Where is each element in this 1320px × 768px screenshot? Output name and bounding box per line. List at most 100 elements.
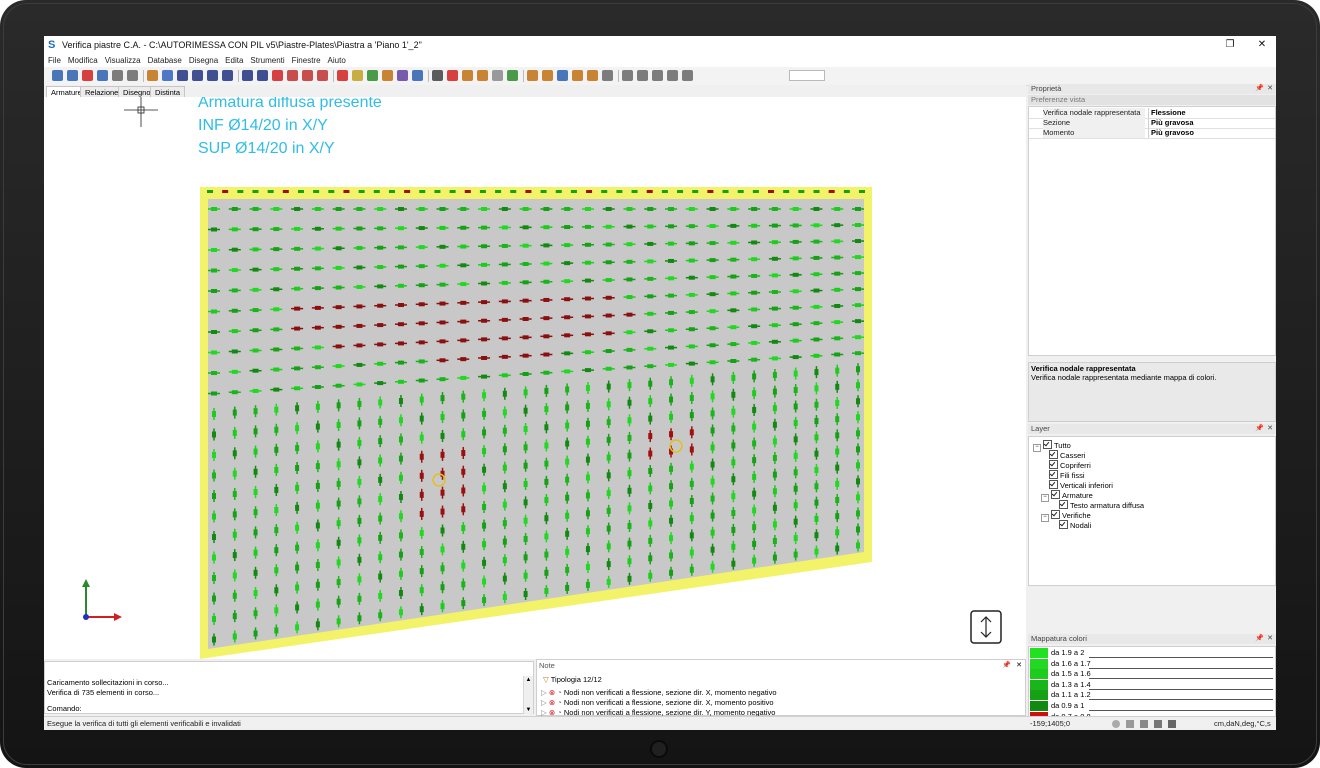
restore-button[interactable]: ❐ (1220, 36, 1240, 54)
toolbar-button-29-icon[interactable] (507, 70, 518, 81)
pin-icon[interactable]: 📌 (1255, 424, 1264, 434)
checkbox-icon[interactable] (1049, 450, 1058, 459)
expand-icon[interactable]: ▷ (541, 698, 547, 707)
property-value[interactable]: Flessione (1148, 108, 1276, 118)
menu-strumenti[interactable]: Strumenti (250, 56, 284, 65)
menu-file[interactable]: File (48, 56, 61, 65)
layer-item-verifiche[interactable]: − Verifiche (1041, 510, 1091, 522)
close-icon[interactable]: ✕ (1016, 661, 1022, 669)
toolbar-button-31-icon[interactable] (542, 70, 553, 81)
toolbar-button-22-icon[interactable] (397, 70, 408, 81)
toolbar-button-10-icon[interactable] (207, 70, 218, 81)
toolbar-button-20-icon[interactable] (367, 70, 378, 81)
layer-item-nodali[interactable]: Nodali (1059, 520, 1091, 530)
toolbar-button-24-icon[interactable] (432, 70, 443, 81)
note-item[interactable]: ▷ ⊗ ◔ Nodi non verificati a flessione, s… (541, 698, 774, 707)
pin-icon[interactable]: 📌 (1255, 84, 1264, 94)
grid-icon[interactable] (1154, 720, 1163, 728)
property-value[interactable]: Più gravosa (1148, 118, 1276, 128)
toolbar-button-7-icon[interactable] (162, 70, 173, 81)
toolbar-button-17-icon[interactable] (317, 70, 328, 81)
collapse-icon[interactable]: − (1033, 444, 1041, 452)
snap-icon[interactable] (1112, 720, 1120, 728)
close-button[interactable]: ✕ (1252, 36, 1272, 54)
layer-item-verticali-inferiori[interactable]: Verticali inferiori (1049, 480, 1113, 490)
toolbar-button-33-icon[interactable] (572, 70, 583, 81)
filter-icon[interactable]: ▽ (543, 675, 549, 684)
checkbox-icon[interactable] (1051, 490, 1060, 499)
toolbar-button-15-icon[interactable] (287, 70, 298, 81)
menu-modifica[interactable]: Modifica (68, 56, 98, 65)
scroll-down-icon[interactable]: ▼ (524, 706, 533, 714)
layer-item-casseri[interactable]: Casseri (1049, 450, 1085, 460)
layer-item-armature[interactable]: − Armature (1041, 490, 1093, 502)
toolbar-button-9-icon[interactable] (192, 70, 203, 81)
toolbar-button-28-icon[interactable] (492, 70, 503, 81)
property-row[interactable]: Momento Più gravoso (1029, 128, 1275, 139)
toolbar-button-18-icon[interactable] (337, 70, 348, 81)
close-icon[interactable]: ✕ (1267, 424, 1273, 434)
property-value[interactable]: Più gravoso (1148, 128, 1276, 138)
ortho-icon[interactable] (1140, 720, 1149, 728)
toolbar-button-27-icon[interactable] (477, 70, 488, 81)
toolbar-button-8-icon[interactable] (177, 70, 188, 81)
expand-icon[interactable]: ▷ (541, 688, 547, 697)
toolbar-button-12-icon[interactable] (242, 70, 253, 81)
toolbar-button-6-icon[interactable] (147, 70, 158, 81)
note-item[interactable]: ▷ ⊗ ◔ Nodi non verificati a flessione, s… (541, 688, 777, 697)
collapse-icon[interactable]: − (1041, 514, 1049, 522)
menu-edita[interactable]: Edita (225, 56, 243, 65)
menu-aiuto[interactable]: Aiuto (328, 56, 346, 65)
layer-item-testo-armatura[interactable]: Testo armatura diffusa (1059, 500, 1144, 510)
checkbox-icon[interactable] (1049, 470, 1058, 479)
toolbar-button-14-icon[interactable] (272, 70, 283, 81)
toolbar-button-16-icon[interactable] (302, 70, 313, 81)
layer-item-fili-fissi[interactable]: Fili fissi (1049, 470, 1085, 480)
layer-item-tutto[interactable]: − Tutto (1033, 440, 1071, 452)
menu-visualizza[interactable]: Visualizza (105, 56, 141, 65)
checkbox-icon[interactable] (1049, 460, 1058, 469)
toolbar-button-1-icon[interactable] (67, 70, 78, 81)
toolbar-button-5-icon[interactable] (127, 70, 138, 81)
menu-finestre[interactable]: Finestre (292, 56, 321, 65)
toolbar-button-26-icon[interactable] (462, 70, 473, 81)
menu-disegna[interactable]: Disegna (189, 56, 218, 65)
collapse-icon[interactable]: − (1041, 494, 1049, 502)
toolbar-button-40-icon[interactable] (682, 70, 693, 81)
close-icon[interactable]: ✕ (1267, 634, 1273, 644)
toolbar-button-19-icon[interactable] (352, 70, 363, 81)
toolbar-button-13-icon[interactable] (257, 70, 268, 81)
toolbar-button-30-icon[interactable] (527, 70, 538, 81)
notes-filter[interactable]: ▽ Tipologia 12/12 (543, 675, 602, 684)
toolbar-button-4-icon[interactable] (112, 70, 123, 81)
toolbar-button-36-icon[interactable] (622, 70, 633, 81)
scroll-up-icon[interactable]: ▲ (524, 676, 533, 684)
menu-database[interactable]: Database (148, 56, 182, 65)
toolbar-button-23-icon[interactable] (412, 70, 423, 81)
toolbar-button-0-icon[interactable] (52, 70, 63, 81)
toolbar-button-39-icon[interactable] (667, 70, 678, 81)
checkbox-icon[interactable] (1049, 480, 1058, 489)
checkbox-icon[interactable] (1059, 500, 1068, 509)
drawing-canvas[interactable]: Armatura diffusa presente INF Ø14/20 in … (44, 97, 1026, 659)
toolbar-button-32-icon[interactable] (557, 70, 568, 81)
toolbar-button-38-icon[interactable] (652, 70, 663, 81)
toolbar-button-37-icon[interactable] (637, 70, 648, 81)
checkbox-icon[interactable] (1043, 440, 1052, 449)
toolbar-button-21-icon[interactable] (382, 70, 393, 81)
toolbar-button-2-icon[interactable] (82, 70, 93, 81)
toolbar-button-25-icon[interactable] (447, 70, 458, 81)
pin-icon[interactable]: 📌 (1002, 661, 1011, 669)
chat-icon[interactable] (1168, 720, 1177, 728)
toolbar-button-11-icon[interactable] (222, 70, 233, 81)
toolbar-button-3-icon[interactable] (97, 70, 108, 81)
close-icon[interactable]: ✕ (1267, 84, 1273, 94)
checkbox-icon[interactable] (1059, 520, 1068, 529)
toolbar-button-34-icon[interactable] (587, 70, 598, 81)
checkbox-icon[interactable] (1051, 510, 1060, 519)
toolbar-button-35-icon[interactable] (602, 70, 613, 81)
cursor-icon[interactable] (1126, 720, 1135, 728)
message-scrollbar[interactable]: ▲ ▼ (523, 676, 533, 714)
pin-icon[interactable]: 📌 (1255, 634, 1264, 644)
layer-item-copriferri[interactable]: Copriferri (1049, 460, 1091, 470)
